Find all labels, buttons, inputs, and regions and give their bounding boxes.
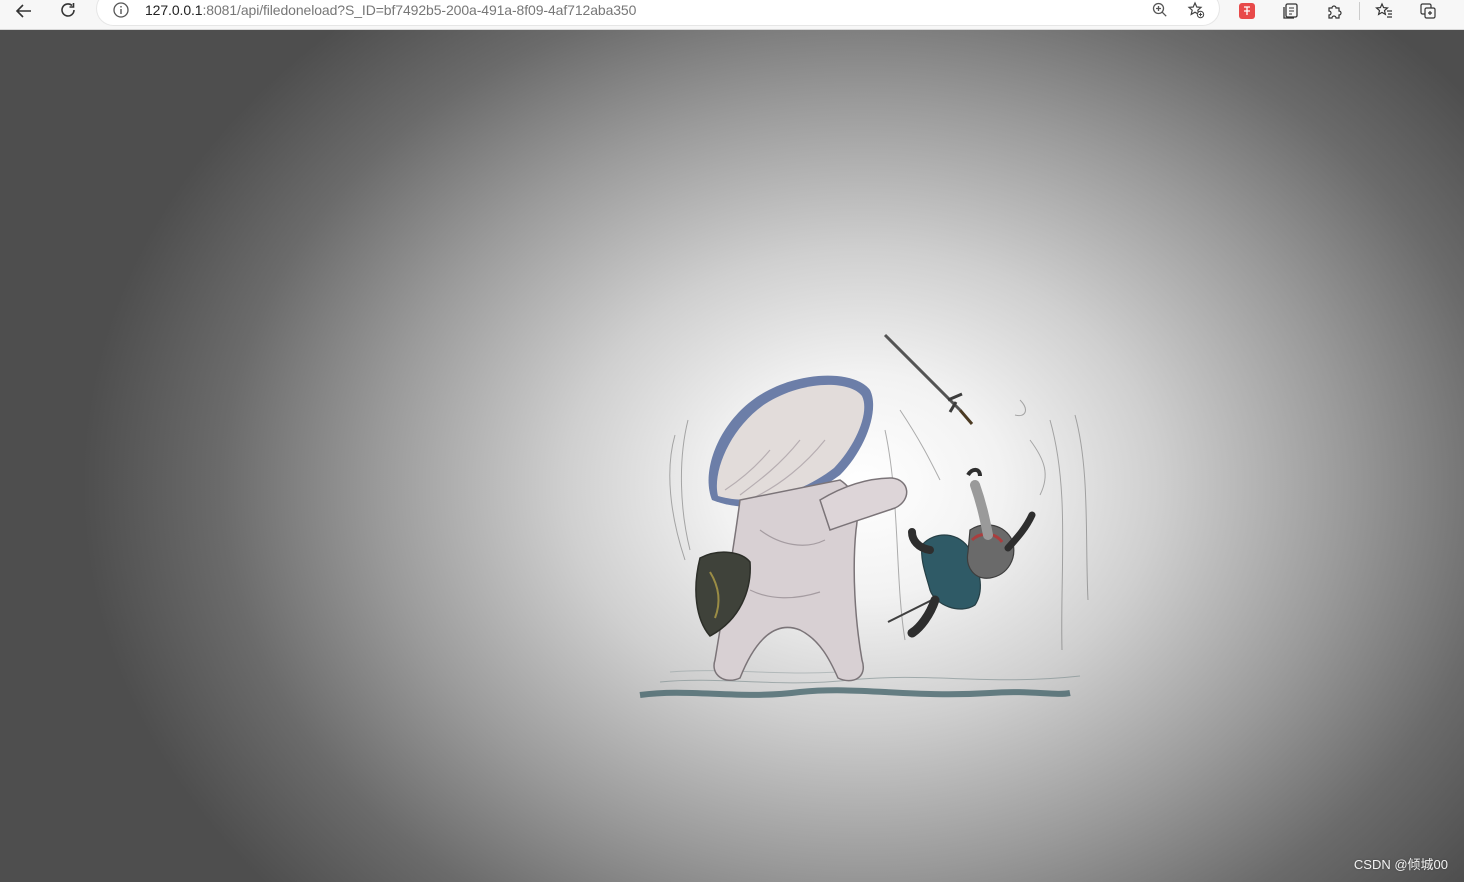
star-add-icon[interactable]	[1187, 1, 1205, 24]
zoom-in-icon[interactable]	[1152, 2, 1168, 23]
collections-icon[interactable]	[1276, 0, 1306, 22]
extension-badge-icon[interactable]	[1232, 0, 1262, 22]
browser-toolbar: 127.0.0.1:8081/api/filedoneload?S_ID=bf7…	[0, 0, 1464, 30]
image-viewer: CSDN @倾城00	[0, 30, 1464, 882]
info-icon[interactable]	[113, 2, 129, 23]
toolbar-divider	[1359, 2, 1360, 20]
url-text[interactable]: 127.0.0.1:8081/api/filedoneload?S_ID=bf7…	[145, 2, 636, 18]
favorites-icon[interactable]	[1369, 0, 1399, 22]
watermark-text: CSDN @倾城00	[1353, 857, 1448, 872]
back-arrow-icon[interactable]	[9, 0, 39, 22]
mushroom-knight-illustration	[639, 333, 1089, 698]
address-bar[interactable]: 127.0.0.1:8081/api/filedoneload?S_ID=bf7…	[97, 0, 1219, 25]
tab-actions-icon[interactable]	[1413, 0, 1443, 22]
reload-icon[interactable]	[53, 0, 83, 22]
url-host: 127.0.0.1	[145, 2, 203, 18]
puzzle-icon[interactable]	[1320, 0, 1350, 22]
url-path: :8081/api/filedoneload?S_ID=bf7492b5-200…	[202, 2, 637, 18]
